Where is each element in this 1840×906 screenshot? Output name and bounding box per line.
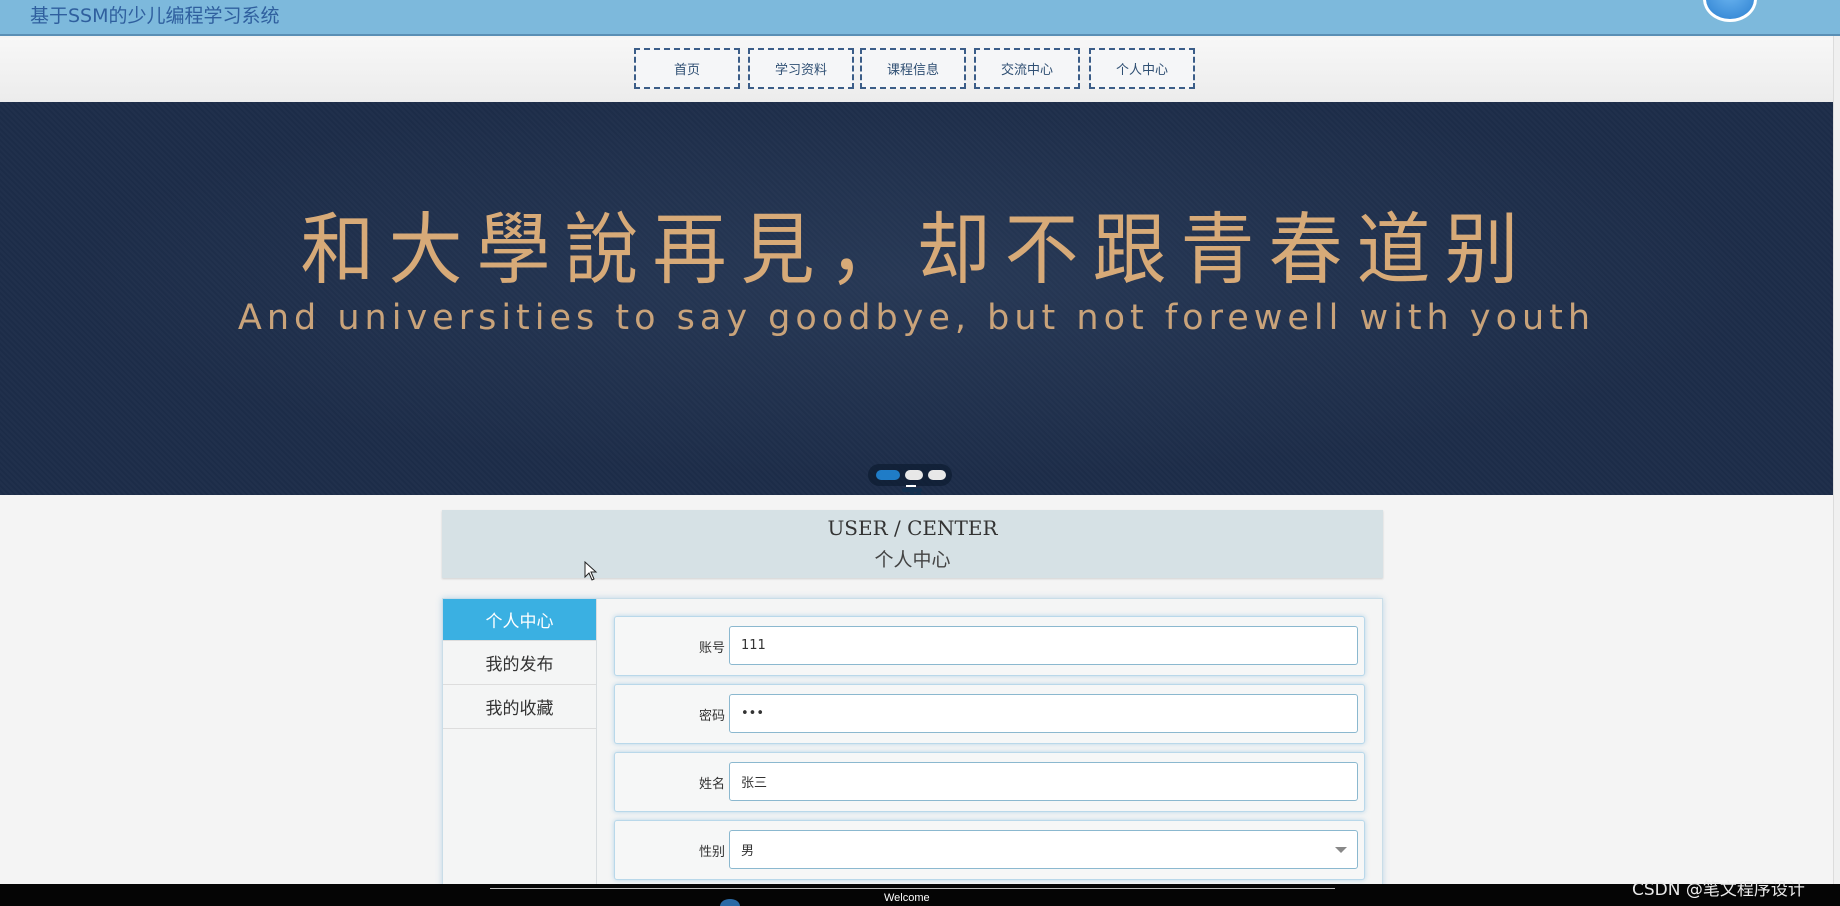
- watermark-text: CSDN @笔文程序设计: [1632, 880, 1805, 900]
- account-input[interactable]: 111: [729, 626, 1358, 665]
- footer-logo-icon: [720, 899, 740, 906]
- top-header: 基于SSM的少儿编程学习系统: [0, 0, 1840, 36]
- nav-item-user-center[interactable]: 个人中心: [1089, 48, 1195, 89]
- banner-headline-cn: 和大學說再見，却不跟青春道别: [300, 205, 1533, 296]
- loading-spinner-icon: [902, 484, 922, 495]
- password-input[interactable]: •••: [729, 694, 1358, 733]
- user-center-panel: 个人中心 我的发布 我的收藏 账号 111 密码 ••• 姓名 张三 性别 男: [442, 598, 1383, 906]
- nav-item-course-info[interactable]: 课程信息: [860, 48, 966, 89]
- site-title[interactable]: 基于SSM的少儿编程学习系统: [30, 1, 280, 28]
- gender-select[interactable]: 男: [729, 830, 1358, 869]
- form-row-account: 账号 111: [614, 616, 1365, 676]
- gender-select-value: 男: [741, 844, 755, 859]
- password-label: 密码: [698, 708, 725, 724]
- nav-item-home[interactable]: 首页: [634, 48, 740, 89]
- footer-divider: [490, 888, 1335, 889]
- side-item-my-posts[interactable]: 我的发布: [443, 641, 596, 685]
- page-scrollbar[interactable]: [1833, 36, 1840, 884]
- nav-item-exchange-center[interactable]: 交流中心: [974, 48, 1080, 89]
- chevron-down-icon: [1335, 847, 1347, 853]
- footer-bar: Welcome: [0, 884, 1840, 906]
- banner-headline-en: And universities to say goodbye, but not…: [237, 298, 1596, 338]
- nav-item-study-materials[interactable]: 学习资料: [748, 48, 854, 89]
- banner-carousel[interactable]: 和大學說再見，却不跟青春道别 And universities to say g…: [0, 102, 1833, 495]
- form-row-name: 姓名 张三: [614, 752, 1365, 812]
- name-label: 姓名: [698, 776, 725, 792]
- carousel-dot-3[interactable]: [928, 470, 946, 480]
- footer-welcome-text: Welcome: [884, 892, 930, 904]
- side-item-my-favorites[interactable]: 我的收藏: [443, 685, 596, 729]
- carousel-dot-1[interactable]: [876, 470, 900, 480]
- section-title-en: USER / CENTER: [827, 516, 998, 540]
- main-nav: 首页 学习资料 课程信息 交流中心 个人中心: [0, 38, 1840, 102]
- mouse-cursor-icon: [584, 561, 598, 581]
- side-menu: 个人中心 我的发布 我的收藏: [443, 599, 597, 906]
- gender-label: 性别: [698, 844, 725, 860]
- account-label: 账号: [698, 640, 725, 656]
- name-input[interactable]: 张三: [729, 762, 1358, 801]
- user-avatar-icon[interactable]: [1703, 0, 1757, 22]
- page: 基于SSM的少儿编程学习系统 首页 学习资料 课程信息 交流中心 个人中心 和大…: [0, 0, 1840, 906]
- form-row-password: 密码 •••: [614, 684, 1365, 744]
- side-item-user-center[interactable]: 个人中心: [443, 599, 596, 641]
- form-row-gender: 性别 男: [614, 820, 1365, 880]
